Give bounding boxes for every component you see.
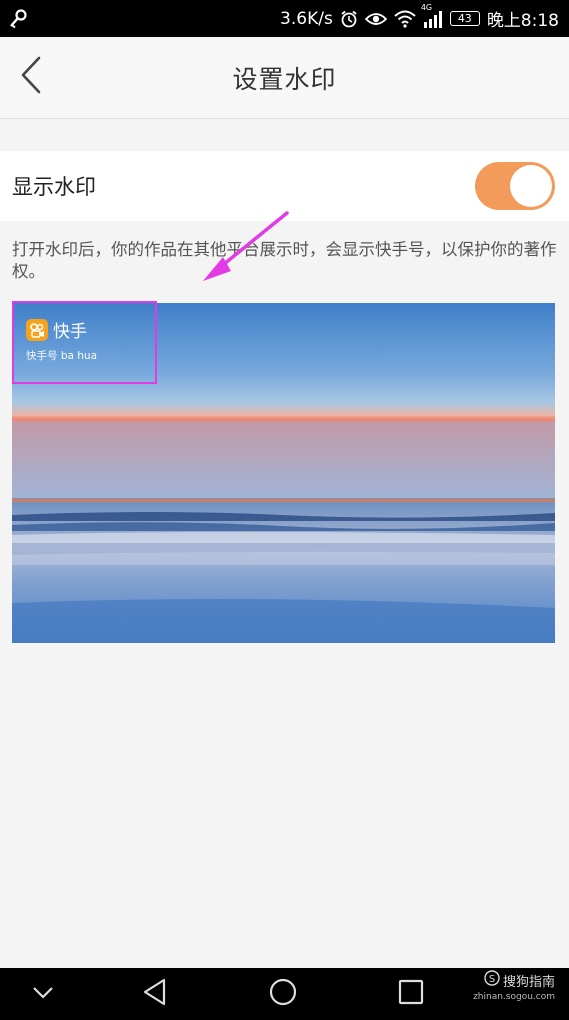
eye-icon bbox=[364, 11, 387, 27]
clock: 晚上8:18 bbox=[486, 11, 559, 31]
home-circle-icon bbox=[269, 978, 297, 1010]
back-triangle-icon bbox=[142, 978, 168, 1010]
app-header: 设置水印 bbox=[0, 37, 569, 119]
alarm-icon bbox=[340, 10, 358, 28]
key-icon bbox=[8, 8, 28, 29]
nav-collapse-button[interactable] bbox=[13, 968, 73, 1020]
site-watermark-url: zhinan.sogou.com bbox=[473, 992, 555, 1002]
nav-home-button[interactable] bbox=[253, 968, 313, 1020]
site-watermark: S 搜狗指南 zhinan.sogou.com bbox=[473, 968, 555, 1002]
toggle-knob bbox=[510, 165, 552, 207]
signal-icon: 4G bbox=[421, 3, 443, 28]
recents-square-icon bbox=[398, 979, 424, 1009]
status-bar: 3.6K/s 4G 43 晚上8:18 bbox=[0, 0, 569, 37]
svg-text:S: S bbox=[489, 974, 495, 985]
watermark-highlight-box bbox=[12, 301, 157, 384]
network-speed: 3.6K/s bbox=[280, 8, 333, 29]
wifi-icon bbox=[394, 10, 416, 28]
sogou-logo-icon: S bbox=[484, 970, 500, 990]
network-type: 4G bbox=[420, 2, 433, 12]
nav-back-button[interactable] bbox=[125, 968, 185, 1020]
annotation-arrow-icon bbox=[203, 211, 289, 281]
page-title: 设置水印 bbox=[232, 65, 337, 94]
show-watermark-toggle[interactable] bbox=[475, 162, 555, 210]
show-watermark-label: 显示水印 bbox=[12, 175, 96, 199]
chevron-down-icon bbox=[32, 985, 54, 1004]
battery-indicator: 43 bbox=[449, 11, 480, 26]
nav-recents-button[interactable] bbox=[381, 968, 441, 1020]
site-watermark-name: 搜狗指南 bbox=[502, 974, 555, 990]
system-nav-bar: S 搜狗指南 zhinan.sogou.com bbox=[0, 968, 569, 1020]
